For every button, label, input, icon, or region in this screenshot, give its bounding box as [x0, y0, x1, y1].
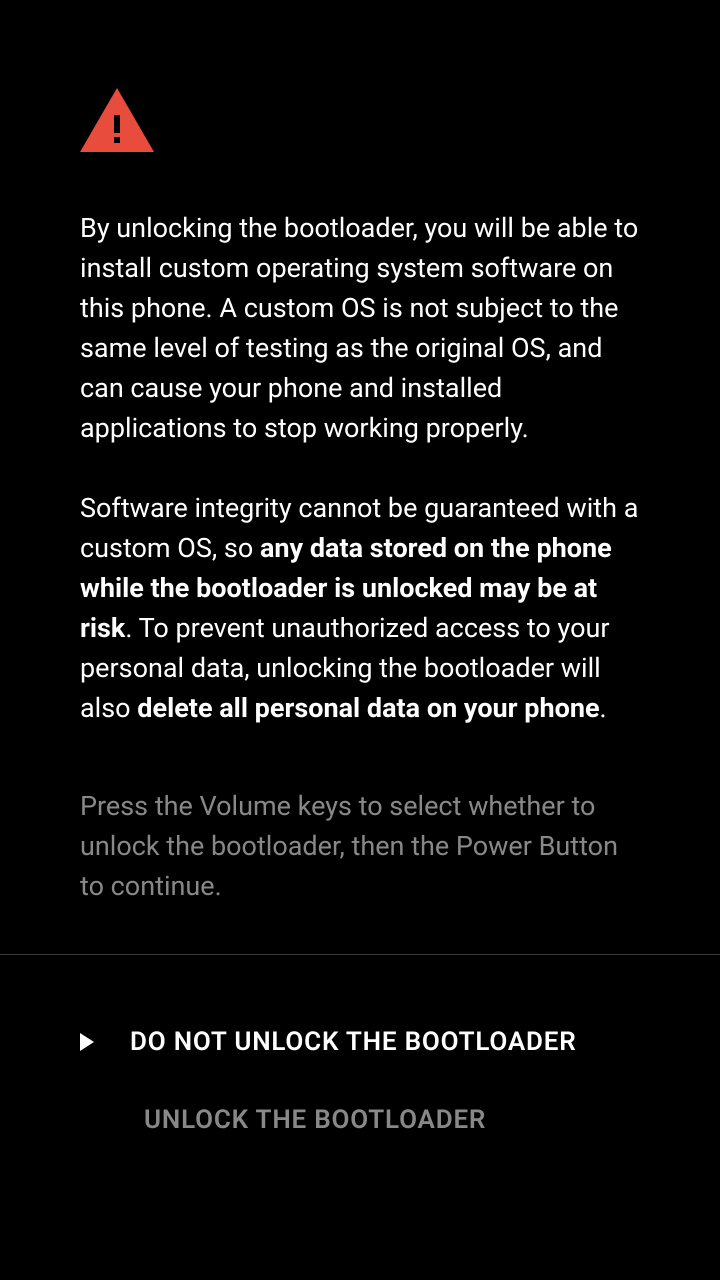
- option-unlock[interactable]: UNLOCK THE BOOTLOADER: [80, 1105, 640, 1135]
- paragraph2-bold2: delete all personal data on your phone: [137, 692, 599, 724]
- warning-triangle-icon: [80, 88, 640, 152]
- warning-paragraph-1: By unlocking the bootloader, you will be…: [80, 208, 640, 448]
- option-do-not-unlock[interactable]: DO NOT UNLOCK THE BOOTLOADER: [80, 1027, 640, 1057]
- paragraph2-suffix: .: [600, 692, 607, 724]
- instructions-text: Press the Volume keys to select whether …: [80, 786, 640, 906]
- warning-content: By unlocking the bootloader, you will be…: [0, 0, 720, 906]
- selection-arrow-icon: [80, 1033, 130, 1051]
- option-unlock-label: UNLOCK THE BOOTLOADER: [144, 1105, 486, 1135]
- option-do-not-unlock-label: DO NOT UNLOCK THE BOOTLOADER: [130, 1027, 577, 1057]
- options-menu: DO NOT UNLOCK THE BOOTLOADER UNLOCK THE …: [0, 955, 720, 1135]
- warning-paragraph-2: Software integrity cannot be guaranteed …: [80, 488, 640, 728]
